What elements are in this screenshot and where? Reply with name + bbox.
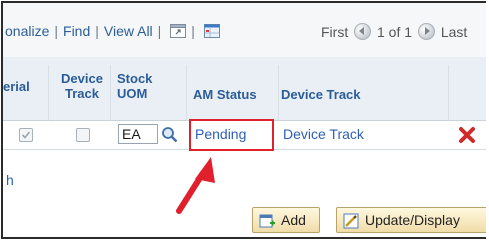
device-track-checkbox[interactable] <box>76 128 90 142</box>
add-button-label: Add <box>281 212 306 228</box>
add-icon <box>259 212 275 228</box>
pagination-range: 1 of 1 <box>377 24 413 40</box>
column-header-am-status[interactable]: AM Status <box>193 87 257 102</box>
truncated-link[interactable]: h <box>6 172 14 188</box>
highlight-box <box>189 119 274 151</box>
toolbar-links: onalize | Find | View All | | <box>5 23 220 39</box>
column-divider <box>278 65 279 127</box>
column-divider <box>110 65 111 127</box>
delete-row-icon[interactable] <box>458 126 476 147</box>
update-display-button[interactable]: Update/Display <box>336 207 486 233</box>
toolbar-separator: | <box>191 23 195 39</box>
find-link[interactable]: Find <box>63 23 90 39</box>
pagination-last-label[interactable]: Last <box>441 24 467 40</box>
pagination-first-label[interactable]: First <box>321 24 348 40</box>
update-display-button-label: Update/Display <box>365 212 460 228</box>
stock-uom-field[interactable] <box>118 124 158 144</box>
personalize-link[interactable]: onalize <box>5 23 49 39</box>
new-window-icon[interactable] <box>170 24 187 38</box>
column-header-device-track[interactable]: Device Track <box>56 71 108 101</box>
pagination: First 1 of 1 Last <box>321 23 467 40</box>
update-display-icon <box>343 212 359 229</box>
serial-checkbox <box>19 128 33 142</box>
column-divider <box>448 65 449 127</box>
search-icon[interactable] <box>161 126 178 146</box>
column-divider <box>186 65 187 127</box>
previous-page-icon[interactable] <box>354 23 372 40</box>
next-page-icon[interactable] <box>417 23 435 40</box>
grid-header-row: erial Device Track Stock UOM AM Status D… <box>3 57 486 121</box>
grid-frame: onalize | Find | View All | | First 1 of… <box>1 1 486 239</box>
toolbar-separator: | <box>95 23 99 39</box>
column-header-serial[interactable]: erial <box>3 79 30 94</box>
download-spreadsheet-icon[interactable] <box>203 24 220 38</box>
column-header-stock-uom[interactable]: Stock UOM <box>117 71 157 101</box>
add-button[interactable]: Add <box>252 207 320 233</box>
column-divider <box>48 65 49 127</box>
annotation-arrow-icon <box>176 157 215 214</box>
device-track-link[interactable]: Device Track <box>283 126 364 142</box>
toolbar-separator: | <box>54 23 59 39</box>
grid-toolbar: onalize | Find | View All | | First 1 of… <box>3 3 486 58</box>
column-header-device-track-link[interactable]: Device Track <box>281 87 361 102</box>
toolbar-separator: | <box>157 23 162 39</box>
view-all-link[interactable]: View All <box>104 23 153 39</box>
